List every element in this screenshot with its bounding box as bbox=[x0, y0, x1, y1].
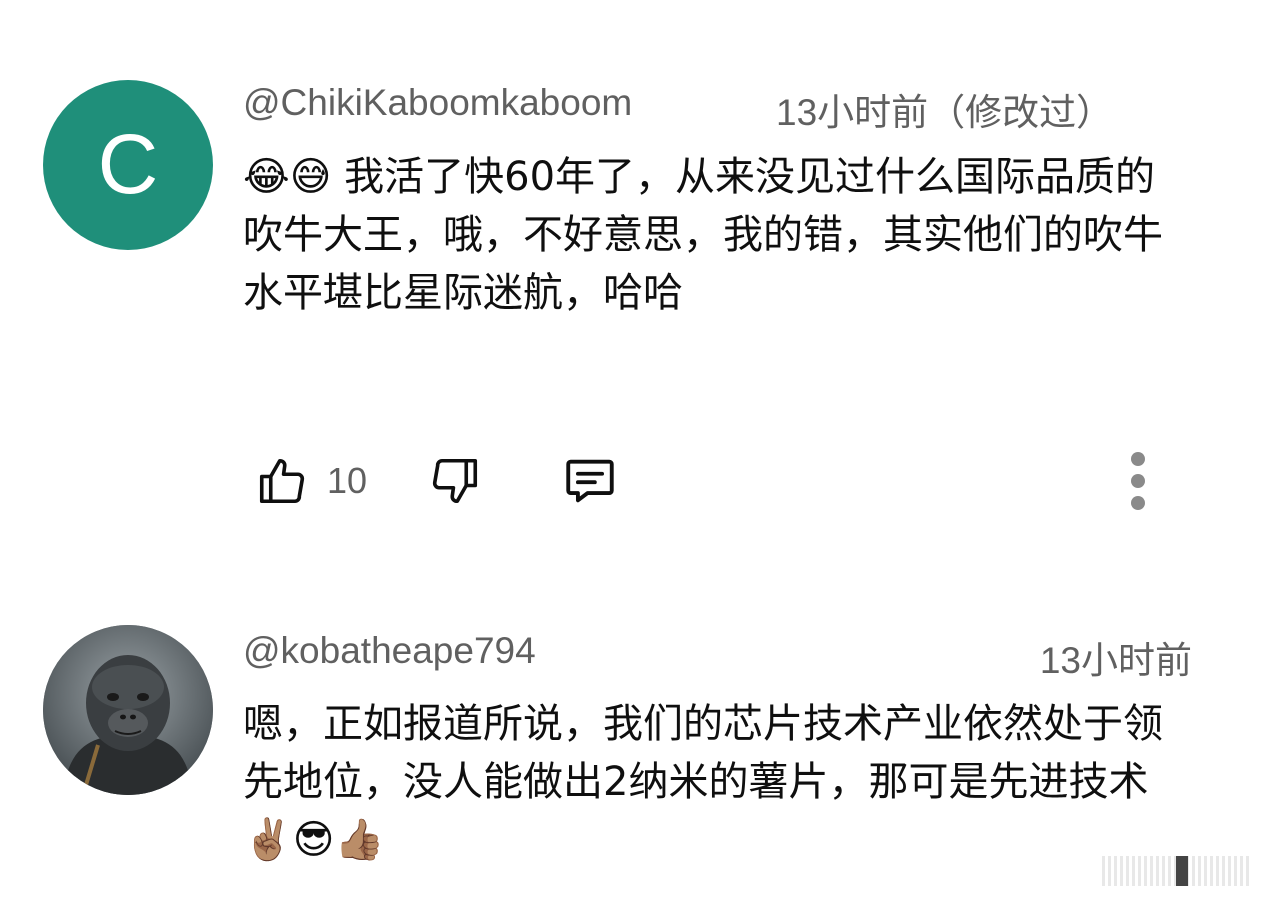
comment-emoji: ✌🏽😎👍🏽 bbox=[243, 817, 385, 863]
comment-emoji: 😂😅 bbox=[243, 154, 332, 200]
comment-text: 😂😅 我活了快60年了，从来没见过什么国际品质的吹牛大王，哦，不好意思，我的错，… bbox=[243, 148, 1193, 322]
comment-text-content: 我活了快60年了，从来没见过什么国际品质的吹牛大王，哦，不好意思，我的错，其实他… bbox=[243, 154, 1163, 316]
comment-text-content: 嗯，正如报道所说，我们的芯片技术产业依然处于领先地位，没人能做出2纳米的薯片，那… bbox=[243, 701, 1163, 805]
ape-avatar-icon bbox=[43, 625, 213, 795]
reply-icon bbox=[566, 459, 614, 503]
more-vert-icon bbox=[1131, 452, 1145, 510]
comment-author-handle[interactable]: @kobatheape794 bbox=[243, 630, 536, 672]
like-count: 10 bbox=[327, 460, 368, 501]
comment-timestamp: 13小时前 bbox=[1039, 640, 1192, 681]
thumbs-up-icon bbox=[259, 458, 305, 504]
comment-author-handle[interactable]: @ChikiKaboomkaboom bbox=[243, 82, 632, 124]
more-options-button[interactable] bbox=[1121, 448, 1155, 514]
reply-button[interactable] bbox=[561, 448, 619, 514]
thumbs-down-icon bbox=[432, 458, 478, 504]
comment-text: 嗯，正如报道所说，我们的芯片技术产业依然处于领先地位，没人能做出2纳米的薯片，那… bbox=[243, 695, 1193, 869]
comment-item: C @ChikiKaboomkaboom 13小时前（修改过） 😂😅 我活了快6… bbox=[0, 60, 1280, 560]
avatar-letter: C bbox=[97, 117, 159, 211]
avatar[interactable] bbox=[43, 625, 213, 795]
scroll-thumb bbox=[1176, 856, 1188, 886]
comment-timestamp: 13小时前（修改过） bbox=[776, 92, 1114, 133]
like-button[interactable] bbox=[255, 448, 309, 514]
scroll-indicator bbox=[1102, 856, 1252, 886]
avatar[interactable]: C bbox=[43, 80, 213, 250]
comment-item: @kobatheape794 13小时前 嗯，正如报道所说，我们的芯片技术产业依… bbox=[0, 600, 1280, 912]
comment-actions: 10 bbox=[243, 448, 1203, 514]
dislike-button[interactable] bbox=[428, 448, 482, 514]
